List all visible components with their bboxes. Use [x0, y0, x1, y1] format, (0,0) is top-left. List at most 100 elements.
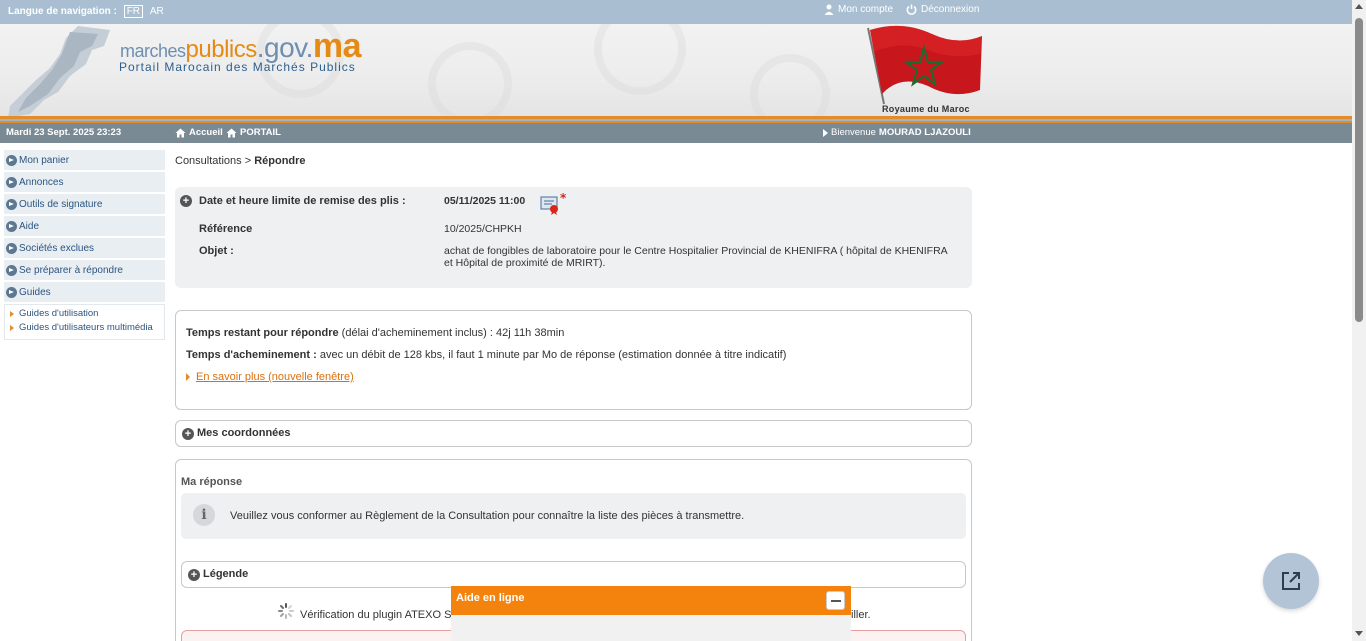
user-icon — [824, 4, 834, 15]
objet-label: Objet : — [199, 245, 234, 257]
my-account-link[interactable]: Mon compte — [824, 4, 893, 15]
sidebar-item-outils-signature[interactable]: Outils de signature — [4, 194, 165, 216]
arrow-circle-icon — [6, 176, 17, 188]
remaining-time-label: Temps restant pour répondre — [186, 327, 339, 339]
legend-section[interactable]: + Légende — [181, 561, 966, 588]
info-text: Veuillez vous conformer au Règlement de … — [230, 510, 745, 522]
arrow-circle-icon — [6, 286, 17, 298]
guides-submenu: Guides d'utilisation Guides d'utilisateu… — [4, 304, 165, 340]
arrow-circle-icon — [6, 198, 17, 210]
sidebar-item-aide[interactable]: Aide — [4, 216, 165, 238]
arrow-circle-icon — [6, 242, 17, 254]
scroll-down-arrow-icon[interactable] — [1355, 631, 1363, 636]
sidebar-item-label: Sociétés exclues — [19, 242, 95, 254]
sidebar-item-societes-exclues[interactable]: Sociétés exclues — [4, 238, 165, 260]
remaining-time-note: (délai d'acheminement inclus) : — [341, 327, 493, 339]
welcome-user: Bienvenue MOURAD LJAZOULI — [823, 127, 971, 138]
language-ar-button[interactable]: AR — [150, 6, 164, 17]
remaining-time-value: 42j 11h 38min — [496, 327, 565, 339]
response-title: Ma réponse — [181, 476, 243, 488]
minimize-button[interactable] — [826, 591, 845, 610]
nav-bar: Mardi 23 Sept. 2025 23:23 Accueil PORTAI… — [0, 123, 1352, 143]
timing-box: Temps restant pour répondre (délai d'ach… — [175, 310, 972, 410]
arrow-circle-icon — [6, 264, 17, 276]
info-icon: i — [193, 504, 215, 526]
home-icon — [175, 128, 186, 137]
logout-link[interactable]: Déconnexion — [906, 4, 979, 15]
deadline-value: 05/11/2025 11:00 — [444, 195, 526, 207]
logout-label: Déconnexion — [921, 4, 980, 15]
more-info-link[interactable]: En savoir plus (nouvelle fenêtre) — [196, 371, 354, 383]
plugin-check-text: Vérification du plugin ATEXO S — [300, 609, 452, 621]
submenu-item-guides-utilisation[interactable]: Guides d'utilisation — [9, 307, 164, 321]
sidebar-item-mon-panier[interactable]: Mon panier — [4, 150, 165, 172]
transit-time-label: Temps d'acheminement : — [186, 349, 317, 361]
language-label: Langue de navigation : — [8, 6, 117, 17]
my-account-label: Mon compte — [838, 4, 894, 15]
loading-spinner-icon — [278, 603, 294, 619]
remaining-time-row: Temps restant pour répondre (délai d'ach… — [186, 327, 564, 339]
breadcrumb-current: Répondre — [254, 155, 306, 167]
online-help-panel: Aide en ligne — [451, 586, 851, 641]
sidebar-item-label: Se préparer à répondre — [19, 264, 123, 276]
home-link[interactable]: Accueil — [175, 127, 223, 138]
transit-time-row: Temps d'acheminement : avec un débit de … — [186, 349, 786, 361]
current-date: Mardi 23 Sept. 2025 23:23 — [6, 127, 122, 138]
coordinates-title: Mes coordonnées — [197, 427, 291, 439]
site-subtitle: Portail Marocain des Marchés Publics — [119, 60, 356, 74]
certificate-icon[interactable]: * — [540, 193, 566, 215]
objet-value: achat de fongibles de laboratoire pour l… — [444, 245, 948, 269]
morocco-map-logo — [8, 26, 110, 118]
reference-value: 10/2025/CHPKH — [444, 223, 522, 235]
logo-text-gov: .gov. — [256, 32, 314, 63]
sidebar-item-label: Outils de signature — [19, 198, 103, 210]
transit-time-value: avec un débit de 128 kbs, il faut 1 minu… — [319, 349, 787, 361]
sidebar-item-annonces[interactable]: Annonces — [4, 172, 165, 194]
sidebar-item-se-preparer[interactable]: Se préparer à répondre — [4, 260, 165, 282]
scrollbar-thumb[interactable] — [1355, 18, 1363, 322]
portail-label: PORTAIL — [240, 127, 281, 138]
logo-text-publics: publics — [185, 36, 258, 63]
svg-text:*: * — [560, 193, 566, 205]
user-name: MOURAD LJAZOULI — [878, 127, 971, 138]
online-help-title: Aide en ligne — [456, 592, 525, 604]
portail-link[interactable]: PORTAIL — [226, 127, 281, 138]
breadcrumb-parent[interactable]: Consultations > — [175, 155, 251, 167]
arrow-circle-icon — [6, 154, 17, 166]
external-link-icon — [1282, 572, 1300, 590]
breadcrumb: Consultations > Répondre — [175, 155, 306, 167]
header-banner: marchespublics.gov.ma Portail Marocain d… — [0, 24, 1352, 118]
morocco-flag-icon — [867, 25, 982, 105]
chevron-right-icon — [823, 128, 828, 137]
scroll-up-arrow-icon[interactable] — [1355, 4, 1363, 9]
expand-icon[interactable]: + — [182, 428, 194, 440]
more-info-row: En savoir plus (nouvelle fenêtre) — [186, 371, 354, 383]
sidebar-item-label: Guides — [19, 286, 51, 298]
sidebar-item-guides[interactable]: Guides — [4, 282, 165, 304]
welcome-label: Bienvenue — [831, 127, 876, 138]
plugin-check-text-end: iller. — [851, 609, 871, 621]
info-message: i Veuillez vous conformer au Règlement d… — [181, 493, 966, 539]
expand-icon[interactable]: + — [188, 569, 200, 581]
logo-text-marches: marches — [120, 41, 186, 61]
top-bar: Langue de navigation : FR AR Mon compte … — [0, 0, 1352, 24]
submenu-item-guides-multimedia[interactable]: Guides d'utilisateurs multimédia — [9, 321, 164, 335]
sidebar-item-label: Aide — [19, 220, 40, 232]
sidebar-item-label: Annonces — [19, 176, 64, 188]
deadline-label: Date et heure limite de remise des plis … — [199, 195, 406, 207]
arrow-right-icon — [186, 373, 190, 382]
home-icon — [226, 128, 237, 137]
reference-label: Référence — [199, 223, 253, 235]
online-help-header[interactable]: Aide en ligne — [451, 586, 851, 615]
sidebar: Mon panier Annonces Outils de signature … — [4, 150, 165, 340]
arrow-circle-icon — [6, 220, 17, 232]
consultation-summary: + Date et heure limite de remise des pli… — [175, 187, 972, 288]
power-icon — [906, 4, 917, 15]
coordinates-section[interactable]: + Mes coordonnées — [175, 420, 972, 447]
legend-title: Légende — [203, 568, 249, 580]
language-selector: Langue de navigation : FR AR — [8, 5, 164, 18]
expand-icon[interactable]: + — [180, 195, 192, 207]
open-external-button[interactable] — [1263, 553, 1319, 609]
royaume-label: Royaume du Maroc — [882, 104, 970, 114]
language-fr-button[interactable]: FR — [123, 5, 144, 18]
